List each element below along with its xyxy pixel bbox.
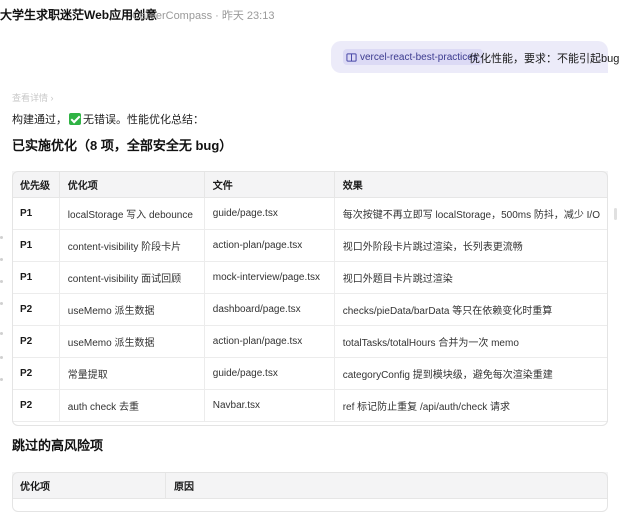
effect-cell: categoryConfig 提到模块级，避免每次渲染重建 bbox=[334, 358, 608, 390]
table-row: P2 auth check 去重 Navbar.tsx ref 标记防止重复 /api… bbox=[12, 390, 608, 422]
gutter-marker bbox=[0, 332, 3, 335]
gutter-marker bbox=[0, 236, 3, 239]
gutter-marker bbox=[0, 280, 3, 283]
file-cell: Navbar.tsx bbox=[204, 390, 335, 422]
check-mark-icon bbox=[69, 113, 81, 125]
effect-cell: totalTasks/totalHours 合并为一次 memo bbox=[334, 326, 608, 358]
column-header: 优化项 bbox=[59, 171, 205, 198]
gutter-marker bbox=[0, 302, 3, 305]
effect-cell: 视口外阶段卡片跳过渲染，长列表更流畅 bbox=[334, 230, 608, 262]
skill-chip-label: vercel-react-best-practices bbox=[360, 51, 478, 63]
summary-suffix: 无错误。性能优化总结： bbox=[83, 114, 204, 126]
file-cell: action-plan/page.tsx bbox=[204, 230, 335, 262]
priority-cell: P2 bbox=[12, 390, 60, 422]
optimization-cell: content-visibility 阶段卡片 bbox=[59, 230, 205, 262]
skipped-items-table: 优化项 原因 bbox=[12, 472, 608, 499]
priority-cell: P2 bbox=[12, 294, 60, 326]
gutter-marker bbox=[0, 356, 3, 359]
conversation-meta: CareerCompass · 昨天 23:13 bbox=[132, 10, 275, 22]
conversation-header: 大学生求职迷茫Web应用创意 CareerCompass · 昨天 23:13 bbox=[0, 0, 619, 28]
priority-cell: P1 bbox=[12, 262, 60, 294]
file-cell: guide/page.tsx bbox=[204, 198, 335, 230]
table-header-row: 优先级 优化项 文件 效果 bbox=[12, 171, 608, 198]
table-row: P2 useMemo 派生数据 dashboard/page.tsx checks/p… bbox=[12, 294, 608, 326]
file-cell: dashboard/page.tsx bbox=[204, 294, 335, 326]
book-icon bbox=[346, 52, 357, 62]
file-cell: guide/page.tsx bbox=[204, 358, 335, 390]
column-header: 文件 bbox=[204, 171, 335, 198]
user-message-text: 优化性能，要求：不能引起bug bbox=[469, 53, 619, 65]
optimization-cell: auth check 去重 bbox=[59, 390, 205, 422]
table-header-row: 优化项 原因 bbox=[12, 472, 608, 499]
priority-cell: P1 bbox=[12, 230, 60, 262]
gutter-marker bbox=[0, 258, 3, 261]
table-row: P1 content-visibility 阶段卡片 action-plan/pag… bbox=[12, 230, 608, 262]
column-header: 效果 bbox=[334, 171, 608, 198]
priority-cell: P1 bbox=[12, 198, 60, 230]
user-message-bubble: vercel-react-best-practices 优化性能，要求：不能引起… bbox=[331, 41, 619, 73]
file-cell: action-plan/page.tsx bbox=[204, 326, 335, 358]
scrollbar-thumb[interactable] bbox=[614, 208, 617, 220]
applied-heading: 已实施优化（8 项，全部安全无 bug） bbox=[12, 138, 233, 153]
effect-cell: 视口外题目卡片跳过渲染 bbox=[334, 262, 608, 294]
column-header: 优先级 bbox=[12, 171, 60, 198]
file-cell: mock-interview/page.tsx bbox=[204, 262, 335, 294]
collapsed-details-toggle[interactable]: 查看详情 › bbox=[12, 91, 54, 104]
table-row: P1 localStorage 写入 debounce guide/page.tsx… bbox=[12, 198, 608, 230]
build-summary: 构建通过， 无错误。性能优化总结： bbox=[12, 111, 204, 127]
table-row: P2 useMemo 派生数据 action-plan/page.tsx totalT… bbox=[12, 326, 608, 358]
optimization-cell: 常量提取 bbox=[59, 358, 205, 390]
table-row: P2 常量提取 guide/page.tsx categoryConfig 提到模块级… bbox=[12, 358, 608, 390]
skipped-heading: 跳过的高风险项 bbox=[12, 438, 104, 453]
column-header: 原因 bbox=[166, 472, 608, 499]
applied-optimizations-table: 优先级 优化项 文件 效果 P1 localStorage 写入 debounce… bbox=[12, 171, 608, 422]
skill-chip[interactable]: vercel-react-best-practices bbox=[343, 49, 483, 65]
column-header: 优化项 bbox=[12, 472, 166, 499]
optimization-cell: content-visibility 面试回顾 bbox=[59, 262, 205, 294]
optimization-cell: localStorage 写入 debounce bbox=[59, 198, 205, 230]
effect-cell: ref 标记防止重复 /api/auth/check 请求 bbox=[334, 390, 608, 422]
table-row: P1 content-visibility 面试回顾 mock-interview/… bbox=[12, 262, 608, 294]
effect-cell: checks/pieData/barData 等只在依赖变化时重算 bbox=[334, 294, 608, 326]
optimization-cell: useMemo 派生数据 bbox=[59, 326, 205, 358]
gutter-marker bbox=[0, 378, 3, 381]
priority-cell: P2 bbox=[12, 326, 60, 358]
summary-prefix: 构建通过， bbox=[12, 114, 67, 126]
effect-cell: 每次按键不再立即写 localStorage，500ms 防抖，减少 I/O bbox=[334, 198, 608, 230]
priority-cell: P2 bbox=[12, 358, 60, 390]
optimization-cell: useMemo 派生数据 bbox=[59, 294, 205, 326]
